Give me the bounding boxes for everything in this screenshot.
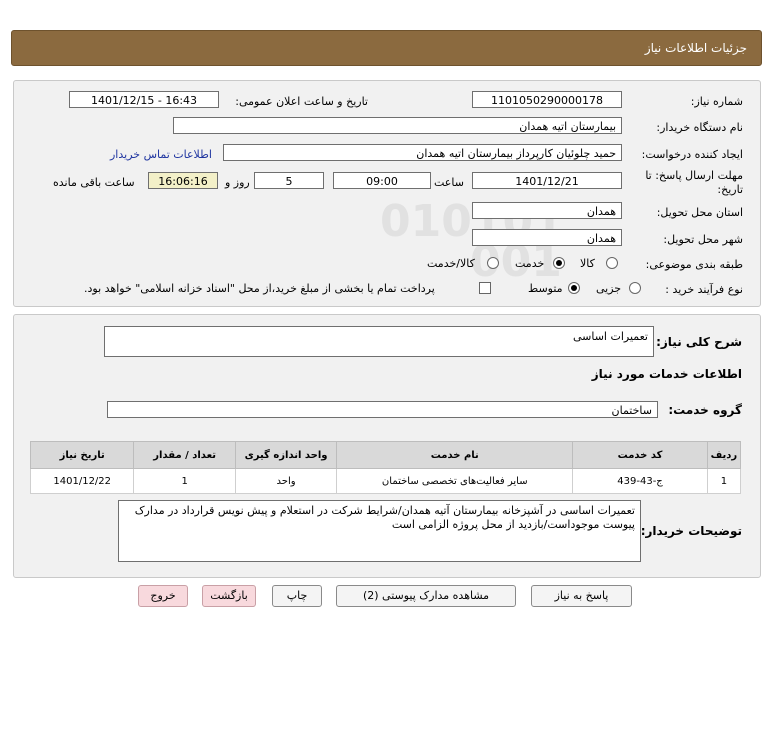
process-minor-label: جزیی: [596, 282, 622, 295]
service-group-field: ساختمان: [107, 401, 658, 418]
city-label: شهر محل تحویل:: [663, 233, 743, 246]
category-label: طبقه بندی موضوعی:: [645, 258, 743, 271]
buyer-label: نام دستگاه خریدار:: [656, 121, 743, 134]
need-number-field: 1101050290000178: [472, 91, 622, 108]
summary-label: شرح کلی نیاز:: [656, 335, 742, 349]
summary-field: تعمیرات اساسی: [104, 326, 654, 357]
cell-service-name: سایر فعالیت‌های تخصصی ساختمان: [336, 468, 574, 494]
treasury-note: پرداخت تمام یا بخشی از مبلغ خرید،از محل …: [84, 282, 435, 295]
service-group-label: گروه خدمت:: [668, 403, 742, 417]
category-radio-goods-service[interactable]: [487, 257, 499, 269]
deadline-time-label: ساعت: [434, 176, 464, 189]
services-heading: اطلاعات خدمات مورد نیاز: [591, 367, 742, 381]
cell-unit: واحد: [234, 468, 338, 494]
province-field: همدان: [472, 202, 622, 219]
days-label: روز و: [225, 176, 250, 189]
category-service-label: خدمت: [515, 257, 545, 270]
buyer-field: بیمارستان اتیه همدان: [173, 117, 622, 134]
creator-field: حمید چلوئیان کارپرداز بیمارستان اتیه همد…: [223, 144, 622, 161]
col-row: ردیف: [706, 441, 742, 469]
print-button[interactable]: چاپ: [272, 585, 322, 607]
category-radio-goods[interactable]: [606, 257, 618, 269]
services-table: تاریخ نیاز تعداد / مقدار واحد اندازه گیر…: [29, 441, 742, 494]
col-service-code: کد خدمت: [572, 441, 708, 469]
announce-label: تاریخ و ساعت اعلان عمومی:: [235, 95, 368, 108]
category-goods-label: کالا: [580, 257, 595, 270]
province-label: استان محل تحویل:: [656, 206, 743, 219]
buyer-notes-label: توضیحات خریدار:: [640, 524, 742, 538]
creator-label: ایجاد کننده درخواست:: [641, 148, 743, 161]
buyer-contact-link[interactable]: اطلاعات تماس خریدار: [110, 148, 212, 161]
buyer-notes-field: تعمیرات اساسی در آشپزخانه بیمارستان آتیه…: [118, 500, 641, 562]
deadline-time-field: 09:00: [333, 172, 431, 189]
process-radio-medium[interactable]: [568, 282, 580, 294]
category-radio-service[interactable]: [553, 257, 565, 269]
table-header-row: تاریخ نیاز تعداد / مقدار واحد اندازه گیر…: [29, 441, 742, 469]
process-medium-label: متوسط: [528, 282, 563, 295]
cell-row: 1: [706, 468, 742, 494]
deadline-date-field: 1401/12/21: [472, 172, 622, 189]
col-service-name: نام خدمت: [336, 441, 574, 469]
page-header: جزئیات اطلاعات نیاز: [11, 30, 762, 66]
announce-field: 1401/12/15 - 16:43: [69, 91, 219, 108]
cell-need-date: 1401/12/22: [29, 468, 135, 494]
cell-service-code: ج-43-439: [572, 468, 708, 494]
deadline-label-2: تاریخ:: [717, 183, 743, 196]
category-goods-service-label: کالا/خدمت: [427, 257, 475, 270]
treasury-checkbox[interactable]: [479, 282, 491, 294]
city-field: همدان: [472, 229, 622, 246]
deadline-label: مهلت ارسال پاسخ: تا: [645, 169, 743, 182]
col-quantity: تعداد / مقدار: [133, 441, 236, 469]
need-number-label: شماره نیاز:: [690, 95, 743, 108]
exit-button[interactable]: خروج: [138, 585, 188, 607]
view-attachments-button[interactable]: مشاهده مدارک پیوستی (2): [336, 585, 516, 607]
need-info-panel: [13, 80, 761, 307]
days-field: 5: [254, 172, 324, 189]
process-radio-minor[interactable]: [629, 282, 641, 294]
reply-button[interactable]: پاسخ به نیاز: [531, 585, 632, 607]
col-unit: واحد اندازه گیری: [234, 441, 338, 469]
remaining-time-field: 16:06:16: [148, 172, 218, 189]
remaining-label: ساعت باقی مانده: [53, 176, 135, 189]
process-label: نوع فرآیند خرید :: [665, 283, 743, 296]
page-title: جزئیات اطلاعات نیاز: [644, 41, 747, 55]
col-need-date: تاریخ نیاز: [29, 441, 135, 469]
cell-quantity: 1: [133, 468, 236, 494]
table-row: 1401/12/22 1 واحد سایر فعالیت‌های تخصصی …: [29, 468, 742, 494]
back-button[interactable]: بازگشت: [202, 585, 256, 607]
